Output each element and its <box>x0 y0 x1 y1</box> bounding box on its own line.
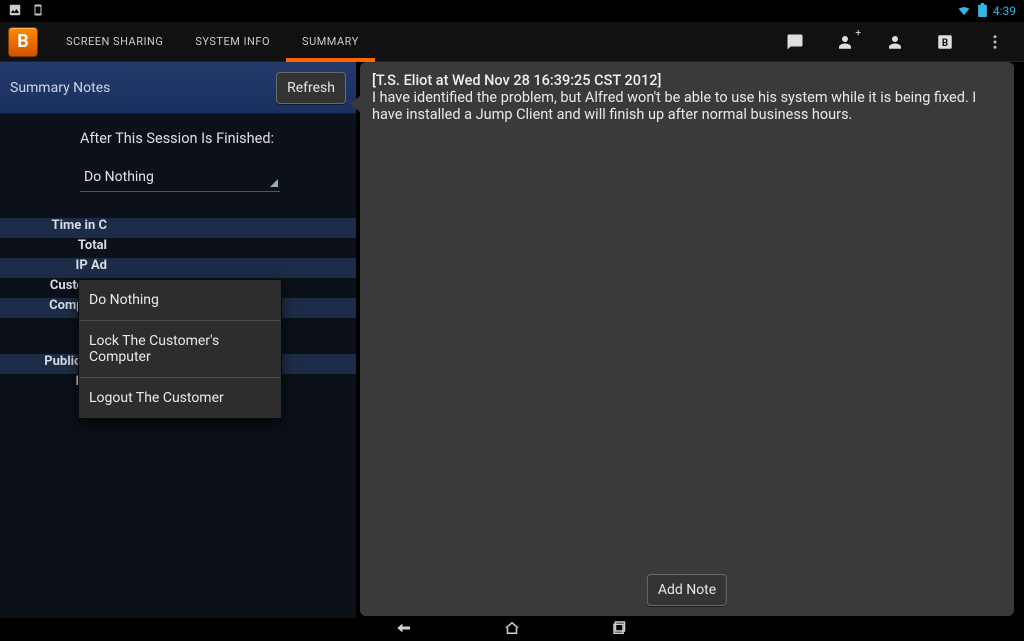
row-label: Total <box>0 238 113 258</box>
note-header: [T.S. Eliot at Wed Nov 28 16:39:25 CST 2… <box>372 72 1002 89</box>
tab-label: SYSTEM INFO <box>195 35 270 48</box>
panel-title: Summary Notes <box>10 80 110 96</box>
tabs: SCREEN SHARING SYSTEM INFO SUMMARY <box>50 22 375 61</box>
table-row: Time in C <box>0 218 356 238</box>
notes-bubble: [T.S. Eliot at Wed Nov 28 16:39:25 CST 2… <box>360 62 1014 616</box>
device-icon <box>32 3 44 20</box>
wifi-icon <box>956 3 972 20</box>
app-logo[interactable]: B <box>8 27 38 57</box>
after-session-spinner[interactable]: Do Nothing <box>80 161 280 192</box>
summary-notes-header: Summary Notes Refresh <box>0 62 356 114</box>
tab-label: SUMMARY <box>302 35 359 48</box>
row-label: IP Ad <box>0 258 113 278</box>
android-status-bar: 4:39 <box>0 0 1024 22</box>
table-row: IP Ad <box>0 258 356 278</box>
status-time: 4:39 <box>993 4 1016 18</box>
spinner-selected-value: Do Nothing <box>84 169 154 185</box>
app-bar: B SCREEN SHARING SYSTEM INFO SUMMARY + B <box>0 22 1024 62</box>
table-row: Total <box>0 238 356 258</box>
image-icon <box>8 3 22 20</box>
tab-label: SCREEN SHARING <box>66 35 163 48</box>
tab-system-info[interactable]: SYSTEM INFO <box>179 22 286 61</box>
android-nav-bar <box>0 618 1024 640</box>
chevron-down-icon <box>270 179 278 187</box>
refresh-button[interactable]: Refresh <box>276 72 346 104</box>
row-value <box>113 258 356 278</box>
chat-icon[interactable] <box>786 33 804 51</box>
row-label: Time in C <box>0 218 113 238</box>
add-person-icon[interactable]: + <box>836 33 854 51</box>
after-session-title: After This Session Is Finished: <box>0 114 356 147</box>
row-value <box>113 238 356 258</box>
tab-screen-sharing[interactable]: SCREEN SHARING <box>50 22 179 61</box>
overflow-menu-icon[interactable] <box>986 33 1004 51</box>
after-session-dropdown: Do Nothing Lock The Customer's Computer … <box>78 279 282 419</box>
tab-summary[interactable]: SUMMARY <box>286 22 375 61</box>
bold-b-icon[interactable]: B <box>936 33 954 51</box>
dropdown-option-do-nothing[interactable]: Do Nothing <box>79 280 281 320</box>
home-icon[interactable] <box>503 619 521 641</box>
left-pane: Summary Notes Refresh After This Session… <box>0 62 356 618</box>
back-icon[interactable] <box>395 619 413 641</box>
note-body: I have identified the problem, but Alfre… <box>372 89 1002 123</box>
battery-icon <box>978 3 987 20</box>
person-icon[interactable] <box>886 33 904 51</box>
row-value <box>113 218 356 238</box>
dropdown-option-logout[interactable]: Logout The Customer <box>79 378 281 418</box>
right-pane: [T.S. Eliot at Wed Nov 28 16:39:25 CST 2… <box>356 62 1024 618</box>
add-note-button[interactable]: Add Note <box>647 574 727 606</box>
app-logo-letter: B <box>17 31 29 52</box>
dropdown-option-lock[interactable]: Lock The Customer's Computer <box>79 321 281 377</box>
recents-icon[interactable] <box>611 619 629 641</box>
svg-text:B: B <box>942 37 948 48</box>
main-content: Summary Notes Refresh After This Session… <box>0 62 1024 618</box>
